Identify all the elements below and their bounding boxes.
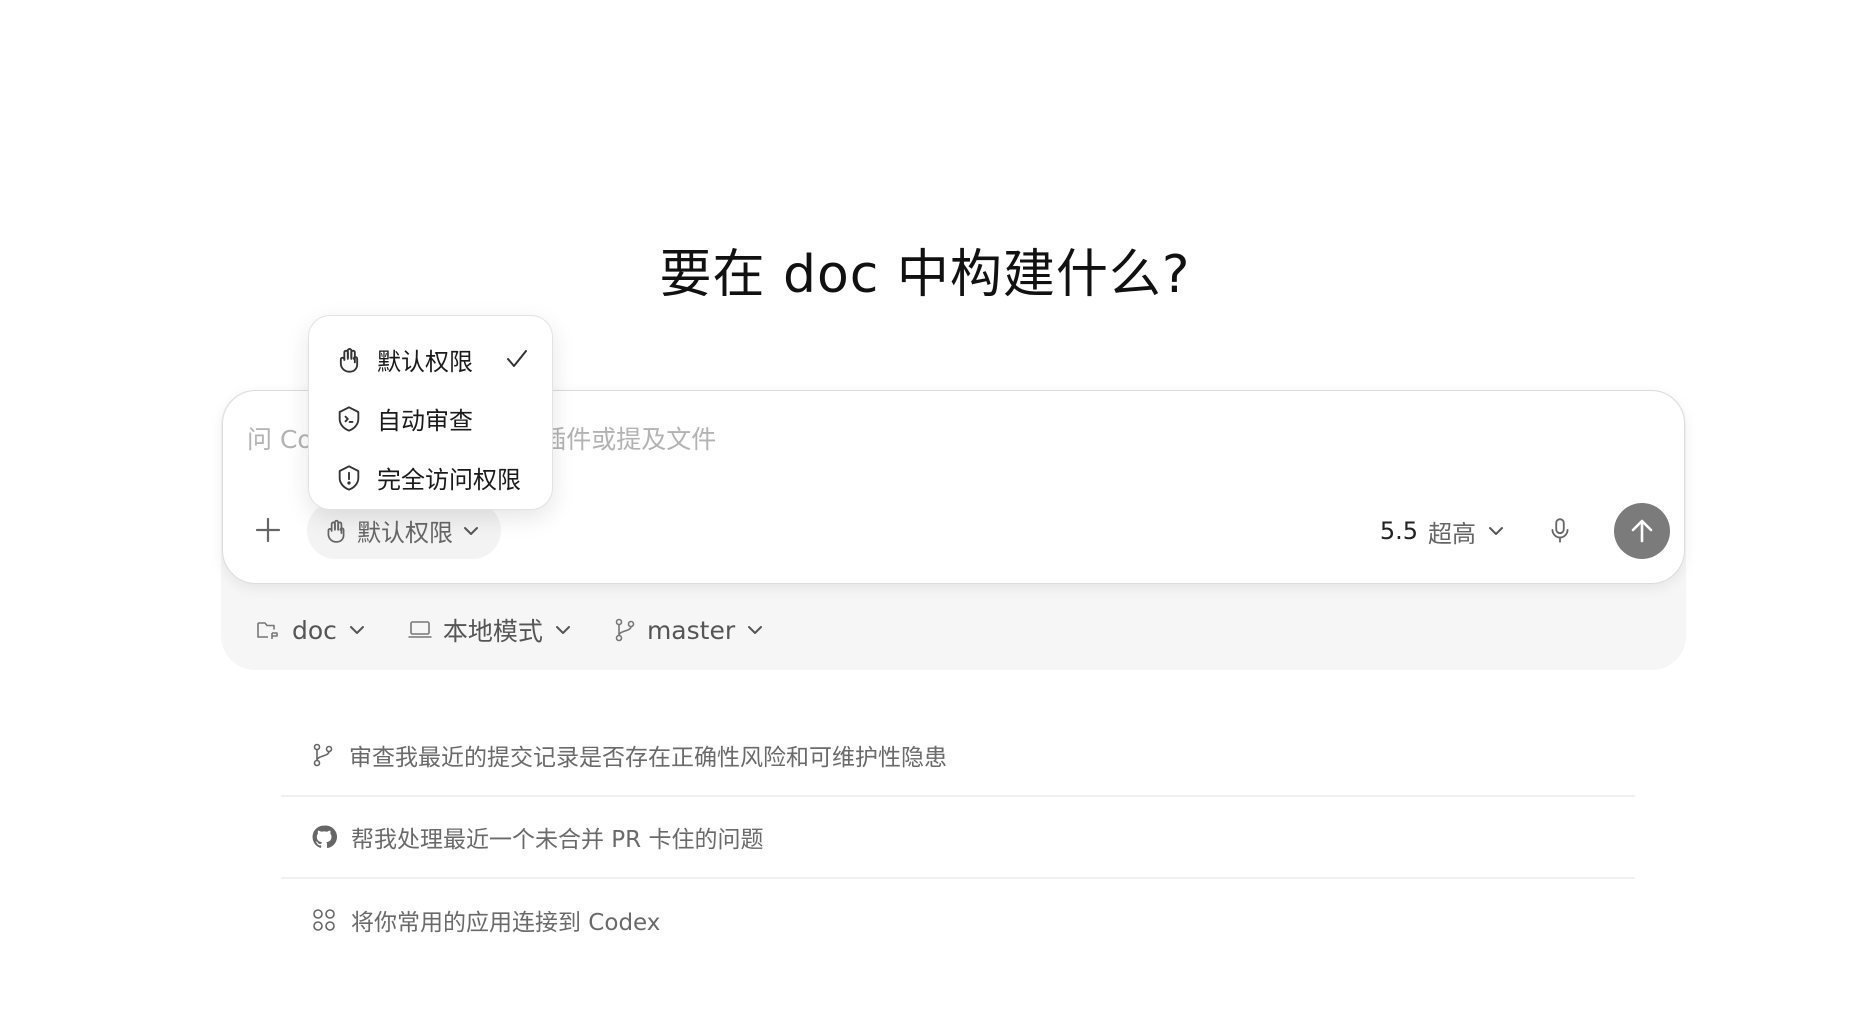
menu-item-label: 自动审查: [377, 407, 473, 435]
suggestion-text: 将你常用的应用连接到 Codex: [351, 910, 661, 936]
menu-item-full-access[interactable]: 完全访问权限: [309, 448, 552, 507]
suggestion-text: 帮我处理最近一个未合并 PR 卡住的问题: [351, 827, 764, 853]
hand-icon: [327, 519, 345, 543]
send-button[interactable]: [1614, 503, 1670, 559]
model-version: 5.5: [1379, 517, 1418, 545]
permission-label: 默认权限: [357, 519, 453, 547]
suggestion-item[interactable]: 帮我处理最近一个未合并 PR 卡住的问题: [281, 797, 1635, 879]
chevron-down-icon: [349, 626, 364, 634]
mode-selector[interactable]: 本地模式: [407, 612, 573, 648]
shield-terminal-icon: [338, 405, 360, 432]
permission-selector[interactable]: 默认权限: [307, 502, 501, 559]
permission-menu: 默认权限 自动审查 完全访问权限: [308, 315, 553, 510]
git-branch-icon: [311, 742, 335, 768]
menu-item-label: 默认权限: [377, 348, 473, 376]
git-branch-icon: [615, 618, 635, 642]
github-icon: [311, 824, 337, 850]
hand-icon: [339, 347, 359, 373]
checkmark-icon: [507, 350, 527, 367]
folder-selector[interactable]: doc: [256, 616, 367, 645]
add-attachment-button[interactable]: [247, 509, 289, 551]
suggestion-text: 审查我最近的提交记录是否存在正确性风险和可维护性隐患: [349, 745, 947, 771]
branch-label: master: [646, 615, 736, 645]
model-selector[interactable]: 5.5 超高: [1380, 509, 1506, 553]
suggestion-item[interactable]: 审查我最近的提交记录是否存在正确性风险和可维护性隐患: [281, 715, 1635, 797]
suggestion-list: 审查我最近的提交记录是否存在正确性风险和可维护性隐患 帮我处理最近一个未合并 P…: [281, 715, 1635, 961]
chevron-down-icon: [748, 626, 763, 634]
voice-input-button[interactable]: [1538, 509, 1582, 553]
branch-selector[interactable]: master: [613, 616, 765, 645]
microphone-icon: [1551, 518, 1569, 543]
laptop-icon: [408, 621, 432, 638]
menu-item-label: 完全访问权限: [377, 466, 521, 494]
shield-alert-icon: [338, 464, 360, 491]
page: 要在 doc 中构建什么? 默认权限 5.5 超高: [0, 0, 1850, 1030]
mode-label: 本地模式: [442, 617, 543, 646]
chevron-down-icon: [464, 526, 478, 535]
menu-item-default-permission[interactable]: 默认权限: [309, 330, 552, 389]
apps-grid-icon: [311, 907, 337, 933]
context-bar: doc 本地模式 master: [256, 610, 765, 650]
chevron-down-icon: [1489, 527, 1503, 535]
folder-icon: [257, 622, 278, 639]
arrow-up-icon: [1631, 519, 1653, 543]
folder-label: doc: [292, 615, 337, 645]
menu-item-auto-review[interactable]: 自动审查: [309, 389, 552, 448]
page-title: 要在 doc 中构建什么?: [659, 245, 1191, 305]
plus-icon: [255, 517, 281, 543]
model-effort: 超高: [1428, 519, 1476, 548]
suggestion-item[interactable]: 将你常用的应用连接到 Codex: [281, 879, 1635, 961]
chevron-down-icon: [555, 626, 570, 634]
